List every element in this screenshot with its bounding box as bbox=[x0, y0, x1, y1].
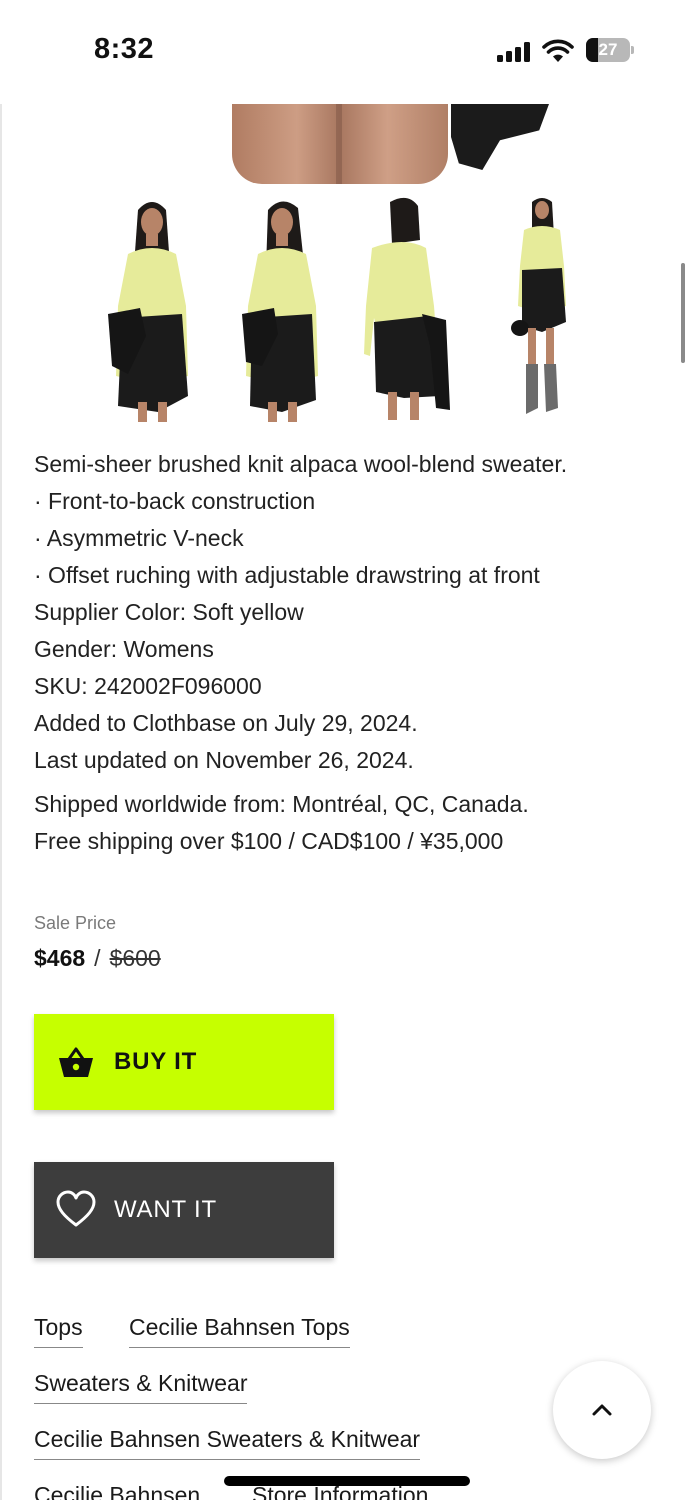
product-main-image[interactable] bbox=[0, 104, 692, 186]
added-date: Added to Clothbase on July 29, 2024. bbox=[34, 710, 418, 736]
description-bullet: · Offset ruching with adjustable drawstr… bbox=[34, 562, 540, 588]
buy-it-button[interactable]: BUY IT bbox=[34, 1014, 334, 1110]
skirt-bow-image bbox=[451, 104, 549, 170]
scrollbar-thumb[interactable] bbox=[681, 263, 685, 363]
price-separator: / bbox=[94, 945, 101, 971]
category-link-brand-tops[interactable]: Cecilie Bahnsen Tops bbox=[129, 1314, 350, 1348]
category-link-tops[interactable]: Tops bbox=[34, 1314, 83, 1348]
status-bar: 8:32 27 bbox=[0, 0, 692, 100]
sku: SKU: 242002F096000 bbox=[34, 673, 262, 699]
chevron-up-icon bbox=[592, 1404, 612, 1416]
sale-price-label: Sale Price bbox=[34, 913, 117, 933]
supplier-color: Supplier Color: Soft yellow bbox=[34, 599, 304, 625]
free-shipping: Free shipping over $100 / CAD$100 / ¥35,… bbox=[34, 828, 504, 854]
battery-icon: 27 bbox=[586, 38, 630, 62]
model-legs-image bbox=[232, 104, 448, 184]
status-time: 8:32 bbox=[94, 33, 155, 65]
description-bullet: · Asymmetric V-neck bbox=[34, 525, 244, 551]
wifi-icon bbox=[542, 39, 574, 62]
want-it-button[interactable]: WANT IT bbox=[34, 1162, 334, 1258]
description-intro: Semi-sheer brushed knit alpaca wool-blen… bbox=[34, 451, 568, 477]
category-link-brand-sweaters[interactable]: Cecilie Bahnsen Sweaters & Knitwear bbox=[34, 1426, 421, 1460]
updated-date: Last updated on November 26, 2024. bbox=[34, 747, 414, 773]
shipping-info: Shipped worldwide from: Montréal, QC, Ca… bbox=[34, 786, 664, 860]
basket-icon bbox=[59, 1047, 93, 1077]
price-row: $468 / $600 bbox=[34, 945, 161, 972]
buy-it-label: BUY IT bbox=[114, 1048, 198, 1075]
thumbnail-front[interactable] bbox=[100, 196, 204, 424]
description-bullet: · Front-to-back construction bbox=[34, 488, 316, 514]
current-price: $468 bbox=[34, 945, 86, 971]
original-price: $600 bbox=[109, 945, 161, 971]
want-it-label: WANT IT bbox=[114, 1196, 217, 1223]
signal-icon bbox=[497, 42, 531, 62]
category-link-sweaters[interactable]: Sweaters & Knitwear bbox=[34, 1370, 248, 1404]
content-edge bbox=[0, 104, 2, 1500]
shipping-origin: Shipped worldwide from: Montréal, QC, Ca… bbox=[34, 791, 529, 817]
thumbnail-full-length[interactable] bbox=[504, 196, 608, 424]
heart-icon bbox=[56, 1190, 96, 1227]
gender: Gender: Womens bbox=[34, 636, 214, 662]
category-link-brand[interactable]: Cecilie Bahnsen bbox=[34, 1482, 200, 1500]
home-indicator[interactable] bbox=[224, 1476, 470, 1486]
battery-nub bbox=[631, 46, 634, 54]
thumbnail-back[interactable] bbox=[364, 196, 468, 424]
scroll-to-top-button[interactable] bbox=[553, 1361, 651, 1459]
thumbnail-three-quarter[interactable] bbox=[232, 196, 336, 424]
battery-level: 27 bbox=[598, 40, 618, 59]
product-description: Semi-sheer brushed knit alpaca wool-blen… bbox=[34, 446, 664, 779]
thumbnail-strip bbox=[100, 196, 580, 424]
